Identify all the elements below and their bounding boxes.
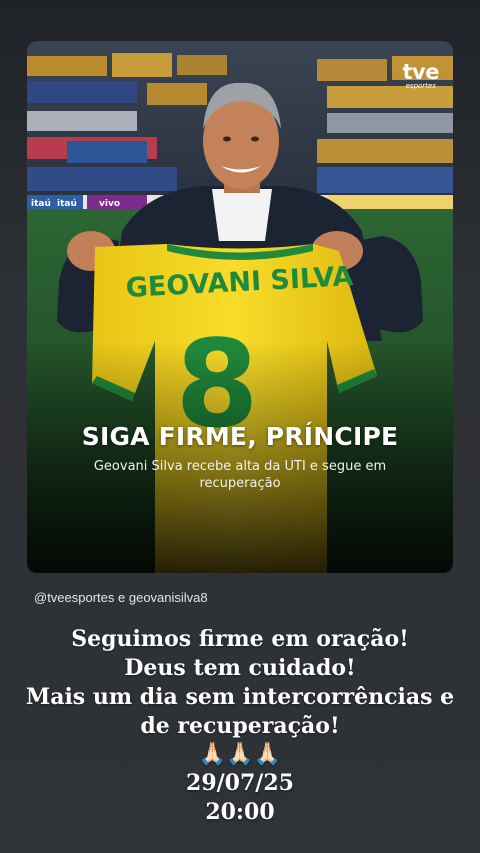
caption-date: 29/07/25 xyxy=(186,770,294,796)
tve-esportes-logo: tve esportes xyxy=(402,60,440,90)
praying-hands-emoji: 🙏🏻🙏🏻🙏🏻 xyxy=(198,742,282,767)
caption-line-4: de recuperação! xyxy=(140,713,340,739)
post-headline: SIGA FIRME, PRÍNCIPE xyxy=(81,422,399,451)
caption-line-3: Mais um dia sem intercorrências e xyxy=(25,684,455,710)
story-caption: Seguimos firme em oração! Deus tem cuida… xyxy=(0,625,480,827)
ad-board-itau-1: itaú xyxy=(31,199,51,209)
white-shirt xyxy=(212,189,272,241)
tve-logo-word: tve xyxy=(402,60,440,84)
caption-line-1: Seguimos firme em oração! xyxy=(71,626,409,652)
ad-board-itau-2: itaú xyxy=(57,199,77,209)
shared-post-card[interactable]: itaú itaú vivo GEOVANI SILVA 8 tve espo xyxy=(27,41,453,573)
post-mention-link[interactable]: @tveesportes e geovanisilva8 xyxy=(34,590,208,605)
post-subheadline: Geovani Silva recebe alta da UTI e segue… xyxy=(93,459,387,491)
caption-line-2: Deus tem cuidado! xyxy=(124,655,356,681)
caption-time: 20:00 xyxy=(205,799,275,825)
post-photo: itaú itaú vivo GEOVANI SILVA 8 xyxy=(27,41,453,573)
tve-logo-sub: esportes xyxy=(405,82,436,90)
ad-board-vivo: vivo xyxy=(99,199,120,209)
